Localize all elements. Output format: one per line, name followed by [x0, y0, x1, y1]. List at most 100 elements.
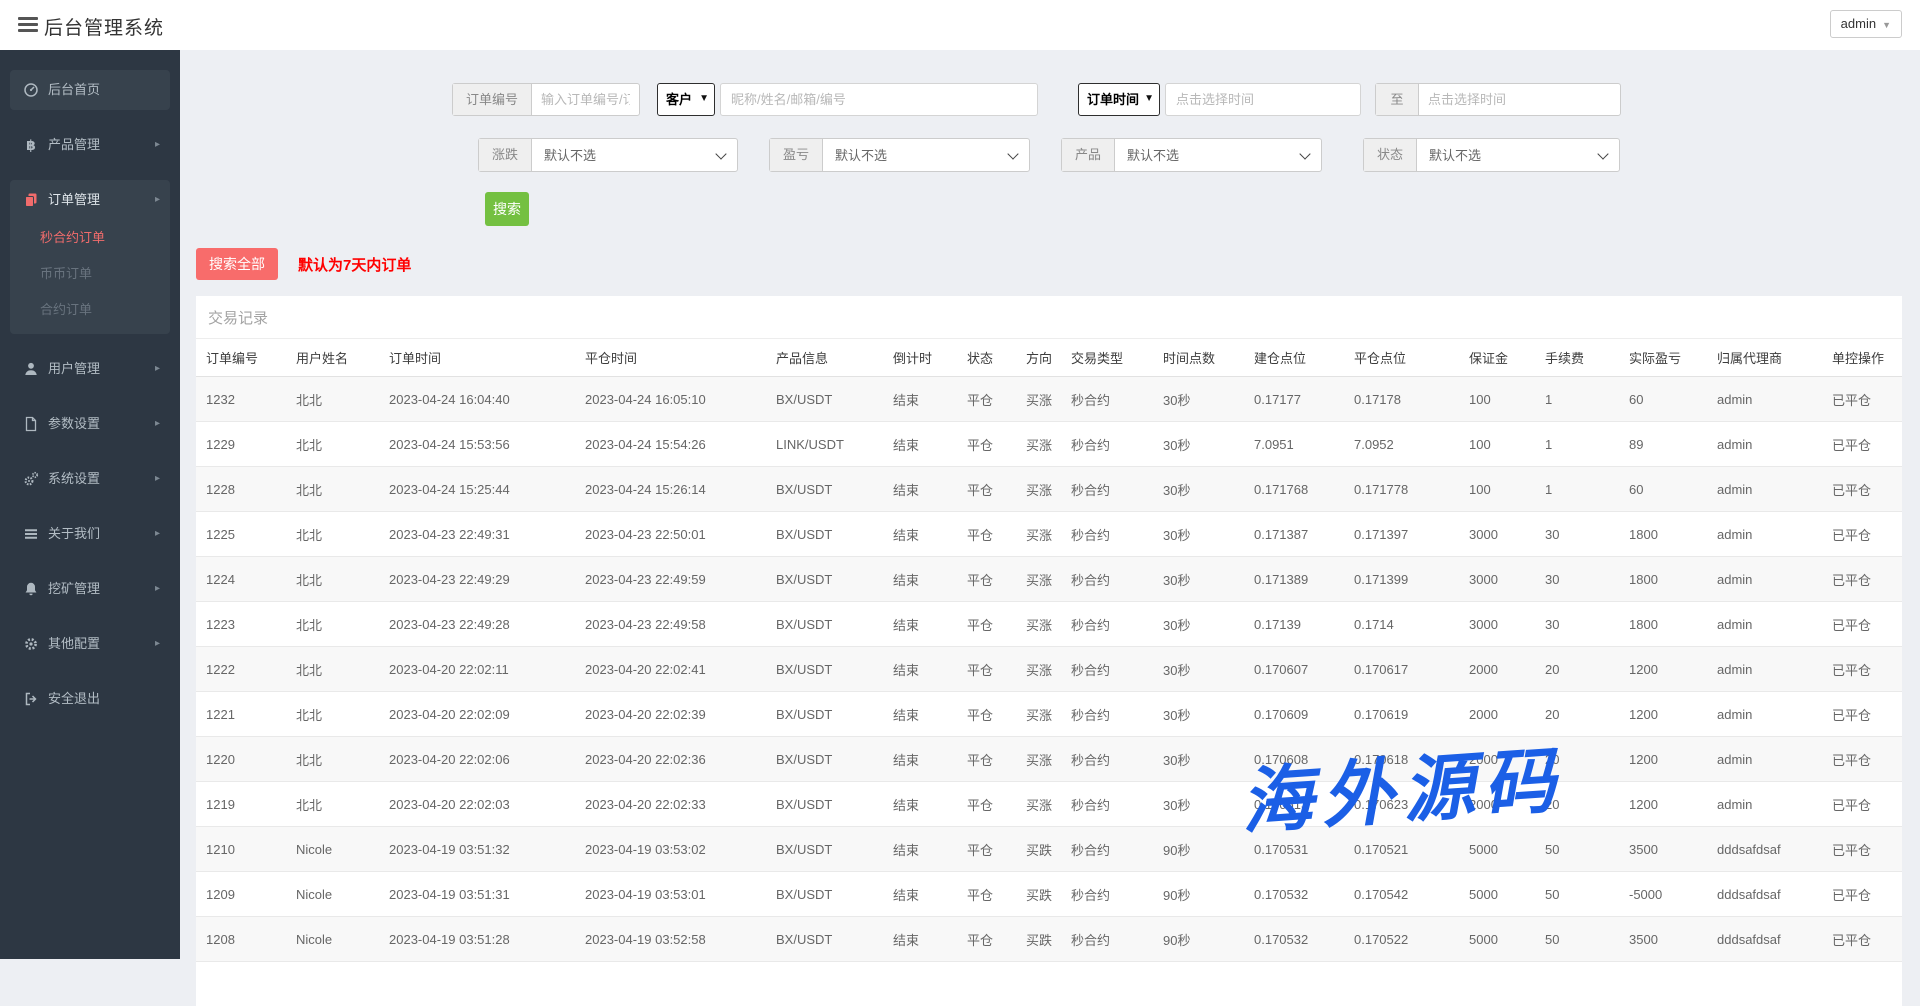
close-price: 0.170521: [1344, 827, 1459, 872]
open-time: 2023-04-24 15:25:44: [379, 467, 575, 512]
control-status: 已平仓: [1822, 647, 1902, 692]
username-link[interactable]: Nicole: [286, 872, 379, 917]
countdown: 结束: [883, 602, 957, 647]
sidebar-item-label: 产品管理: [48, 125, 100, 165]
pnl-select[interactable]: 默认不选: [823, 139, 1029, 171]
username-link[interactable]: 北北: [286, 647, 379, 692]
close-time: 2023-04-23 22:50:01: [575, 512, 766, 557]
username-link[interactable]: Nicole: [286, 917, 379, 962]
menu-toggle-icon[interactable]: [18, 17, 38, 33]
direction: 买涨: [1016, 692, 1061, 737]
sidebar-item-label: 参数设置: [48, 404, 100, 444]
username-link[interactable]: 北北: [286, 512, 379, 557]
username-link[interactable]: 北北: [286, 692, 379, 737]
sidebar-item-mining[interactable]: 挖矿管理 ▸: [10, 569, 170, 609]
profit: 3500: [1619, 917, 1707, 962]
col-header: 手续费: [1535, 339, 1619, 377]
margin: 2000: [1459, 737, 1535, 782]
customer-search-input[interactable]: [720, 83, 1038, 116]
sidebar-item-label: 挖矿管理: [48, 569, 100, 609]
close-time: 2023-04-24 16:05:10: [575, 377, 766, 422]
chevron-right-icon: ▸: [155, 569, 160, 609]
time-type-select[interactable]: 订单时间: [1079, 84, 1159, 115]
col-header: 时间点数: [1153, 339, 1244, 377]
customer-type-select[interactable]: 客户: [658, 84, 714, 115]
status-select[interactable]: 默认不选: [1417, 139, 1619, 171]
position-status: 平仓: [957, 917, 1016, 962]
sidebar-subitem-spot-orders[interactable]: 币币订单: [10, 256, 170, 292]
table-row: 1222北北2023-04-20 22:02:112023-04-20 22:0…: [196, 647, 1902, 692]
close-price: 0.170623: [1344, 782, 1459, 827]
username-link[interactable]: 北北: [286, 782, 379, 827]
open-price: 0.170613: [1244, 782, 1344, 827]
agent: admin: [1707, 377, 1822, 422]
username-link[interactable]: 北北: [286, 602, 379, 647]
countdown: 结束: [883, 422, 957, 467]
username-link[interactable]: 北北: [286, 422, 379, 467]
sidebar-item-dashboard[interactable]: 后台首页: [10, 70, 170, 110]
open-time: 2023-04-24 16:04:40: [379, 377, 575, 422]
close-time: 2023-04-24 15:26:14: [575, 467, 766, 512]
order-no-input[interactable]: [532, 84, 639, 115]
direction: 买涨: [1016, 737, 1061, 782]
countdown: 结束: [883, 782, 957, 827]
col-header: 保证金: [1459, 339, 1535, 377]
trade-type: 秒合约: [1061, 647, 1153, 692]
close-time: 2023-04-19 03:52:58: [575, 917, 766, 962]
product-info: BX/USDT: [766, 917, 883, 962]
sidebar-item-other-config[interactable]: 其他配置 ▸: [10, 624, 170, 664]
close-time: 2023-04-19 03:53:01: [575, 872, 766, 917]
username-link[interactable]: 北北: [286, 557, 379, 602]
close-price: 0.170619: [1344, 692, 1459, 737]
open-time: 2023-04-19 03:51:28: [379, 917, 575, 962]
search-all-button[interactable]: 搜索全部: [196, 248, 278, 280]
sidebar-item-system[interactable]: 系统设置 ▸: [10, 459, 170, 499]
sidebar-item-users[interactable]: 用户管理 ▸: [10, 349, 170, 389]
app-title: 后台管理系统: [44, 13, 164, 40]
order-id: 1224: [196, 557, 286, 602]
username-link[interactable]: 北北: [286, 467, 379, 512]
trade-records-panel: 交易记录 订单编号 用户姓名 订单时间 平仓时间 产品信息 倒计时 状态 方向: [196, 296, 1902, 1006]
sidebar-subitem-seconds-contract-orders[interactable]: 秒合约订单: [10, 220, 170, 256]
position-status: 平仓: [957, 422, 1016, 467]
agent: dddsafdsaf: [1707, 827, 1822, 872]
time-points: 30秒: [1153, 512, 1244, 557]
margin: 3000: [1459, 557, 1535, 602]
updown-select[interactable]: 默认不选: [532, 139, 737, 171]
username-link[interactable]: Nicole: [286, 827, 379, 872]
col-header: 倒计时: [883, 339, 957, 377]
close-price: 0.170542: [1344, 872, 1459, 917]
margin: 5000: [1459, 917, 1535, 962]
close-price: 0.1714: [1344, 602, 1459, 647]
search-button[interactable]: 搜索: [485, 192, 529, 226]
position-status: 平仓: [957, 602, 1016, 647]
sidebar-item-orders[interactable]: 订单管理 ▸: [10, 180, 170, 220]
sidebar-subitem-contract-orders[interactable]: 合约订单: [10, 292, 170, 328]
sidebar-item-params[interactable]: 参数设置 ▸: [10, 404, 170, 444]
margin: 100: [1459, 467, 1535, 512]
close-price: 0.171399: [1344, 557, 1459, 602]
sidebar-item-logout[interactable]: 安全退出: [10, 679, 170, 719]
sidebar-item-products[interactable]: ฿ 产品管理 ▸: [10, 125, 170, 165]
countdown: 结束: [883, 512, 957, 557]
user-dropdown[interactable]: admin▼: [1830, 10, 1902, 38]
profit: 1800: [1619, 557, 1707, 602]
profit: 1800: [1619, 602, 1707, 647]
end-time-group: 至: [1375, 83, 1621, 116]
col-header: 实际盈亏: [1619, 339, 1707, 377]
updown-label: 涨跌: [479, 139, 532, 171]
countdown: 结束: [883, 557, 957, 602]
end-time-input[interactable]: [1419, 84, 1620, 115]
margin: 100: [1459, 422, 1535, 467]
sidebar-item-about[interactable]: 关于我们 ▸: [10, 514, 170, 554]
username-link[interactable]: 北北: [286, 737, 379, 782]
close-time: 2023-04-20 22:02:39: [575, 692, 766, 737]
margin: 3000: [1459, 602, 1535, 647]
chevron-right-icon: ▸: [155, 125, 160, 165]
fee: 30: [1535, 557, 1619, 602]
time-points: 30秒: [1153, 737, 1244, 782]
username-link[interactable]: 北北: [286, 377, 379, 422]
table-row: 1228北北2023-04-24 15:25:442023-04-24 15:2…: [196, 467, 1902, 512]
product-select[interactable]: 默认不选: [1115, 139, 1321, 171]
start-time-input[interactable]: [1165, 83, 1361, 116]
